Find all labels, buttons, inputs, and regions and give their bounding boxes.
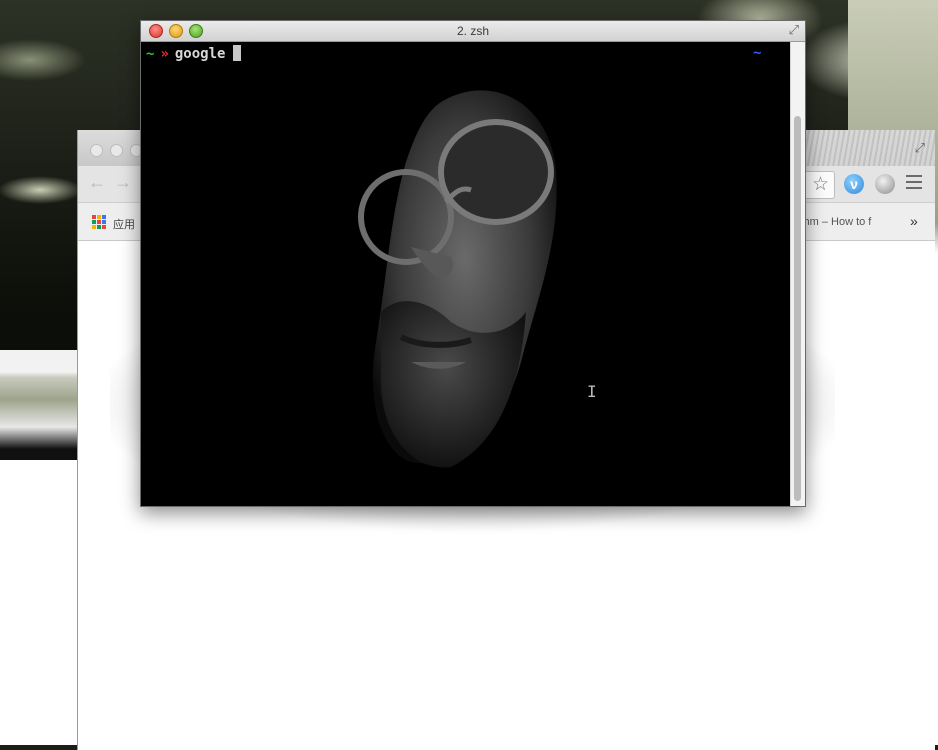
browser-window-controls bbox=[90, 144, 143, 157]
bookmark-item[interactable]: ithm – How to f bbox=[798, 216, 898, 228]
background-portrait-image bbox=[358, 90, 557, 468]
fullscreen-icon[interactable]: ⤢ bbox=[789, 22, 799, 38]
ibeam-cursor-icon: I bbox=[587, 382, 597, 401]
terminal-content[interactable]: ~ » google ~ I bbox=[141, 42, 791, 506]
text-cursor bbox=[233, 45, 242, 61]
browser-minimize-icon[interactable] bbox=[110, 144, 123, 157]
wallpaper-white-area bbox=[0, 460, 78, 745]
browser-close-icon[interactable] bbox=[90, 144, 103, 157]
bookmarks-overflow-button[interactable]: » bbox=[910, 213, 918, 229]
forward-arrow-icon[interactable]: → bbox=[114, 172, 132, 193]
star-icon[interactable]: ☆ bbox=[812, 173, 829, 196]
apps-grid-icon[interactable] bbox=[92, 215, 106, 229]
fullscreen-icon[interactable]: ⤢ bbox=[915, 140, 925, 156]
right-prompt: ~ bbox=[753, 45, 762, 61]
extension-blue-icon[interactable]: ν bbox=[844, 174, 864, 194]
command-text: google bbox=[174, 46, 226, 62]
prompt-tilde: ~ bbox=[146, 46, 155, 62]
command-line[interactable]: ~ » google bbox=[146, 45, 242, 62]
back-arrow-icon[interactable]: ← bbox=[88, 172, 106, 193]
wallpaper-strip bbox=[0, 350, 78, 460]
terminal-titlebar[interactable]: 2. zsh ⤢ bbox=[141, 21, 805, 42]
terminal-scrollbar[interactable] bbox=[790, 42, 805, 506]
globe-extension-icon[interactable] bbox=[875, 174, 895, 194]
menu-icon[interactable] bbox=[906, 175, 922, 193]
prompt-arrow: » bbox=[160, 46, 169, 62]
apps-bookmark-label[interactable]: 应用 bbox=[113, 216, 135, 232]
terminal-window: 2. zsh ⤢ ~ » google ~ I bbox=[140, 20, 806, 507]
terminal-title: 2. zsh bbox=[456, 24, 489, 38]
scrollbar-thumb[interactable] bbox=[794, 116, 801, 501]
omnibox[interactable]: ☆ bbox=[806, 171, 835, 199]
